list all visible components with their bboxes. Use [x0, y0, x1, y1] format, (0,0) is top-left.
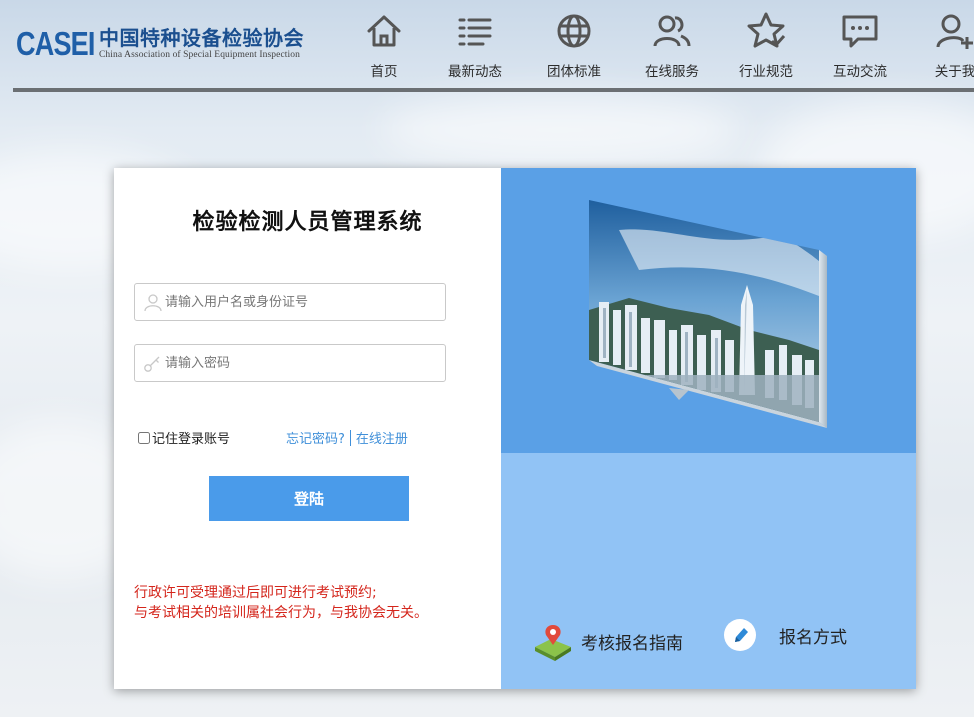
signup-method-link[interactable]: 报名方式	[723, 618, 847, 652]
exam-guide-label: 考核报名指南	[581, 633, 683, 654]
guide-area: 考核报名指南 报名方式	[501, 453, 916, 689]
header-divider	[13, 88, 974, 92]
exam-guide-link[interactable]: 考核报名指南	[531, 621, 683, 661]
notice-line-1: 行政许可受理通过后即可进行考试预约;	[134, 585, 377, 601]
chat-icon	[842, 15, 878, 48]
link-separator	[349, 429, 351, 446]
remember-label: 记住登录账号	[152, 432, 231, 447]
globe-icon	[557, 14, 591, 48]
register-link[interactable]: 在线注册	[356, 428, 408, 447]
logo-chinese-name: 中国特种设备检验协会	[99, 26, 304, 50]
nav-item-home[interactable]: 首页	[336, 10, 432, 84]
site-header: CASEI 中国特种设备检验协会 China Association of Sp…	[0, 0, 974, 92]
logo-english-name: China Association of Special Equipment I…	[99, 50, 300, 60]
nav-item-industry-rules[interactable]: 行业规范	[718, 10, 814, 84]
notice-line-2: 与考试相关的培训属社会行为，与我协会无关。	[134, 605, 428, 621]
nav-item-news[interactable]: 最新动态	[427, 10, 523, 84]
nav-item-standards[interactable]: 团体标准	[526, 10, 622, 84]
login-panel: 检验检测人员管理系统 记住登录账号 忘记密码? 在线注册 登陆 行政许可受理通过…	[114, 168, 916, 689]
site-logo[interactable]: CASEI 中国特种设备检验协会 China Association of Sp…	[16, 24, 304, 64]
nav-item-interaction[interactable]: 互动交流	[812, 10, 908, 84]
notice-text: 行政许可受理通过后即可进行考试预约; 与考试相关的培训属社会行为，与我协会无关。	[134, 583, 428, 623]
remember-account[interactable]: 记住登录账号	[138, 428, 230, 447]
username-input[interactable]	[165, 284, 440, 320]
news-list-icon	[458, 18, 492, 46]
nav-item-online-service[interactable]: 在线服务	[624, 10, 720, 84]
city-skyline-image	[589, 200, 827, 428]
logo-text: 中国特种设备检验协会 China Association of Special …	[99, 27, 304, 61]
nav-label-interaction: 互动交流	[833, 64, 887, 80]
users-icon	[653, 15, 691, 47]
forgot-password-link[interactable]: 忘记密码?	[286, 428, 345, 447]
system-title: 检验检测人员管理系统	[192, 209, 423, 235]
star-check-icon	[747, 12, 786, 48]
nav-label-news: 最新动态	[448, 64, 502, 80]
account-links: 忘记密码? 在线注册	[286, 428, 408, 447]
nav-item-about[interactable]: 关于我	[907, 10, 974, 84]
password-field[interactable]	[134, 344, 446, 382]
nav-label-about: 关于我	[934, 64, 974, 80]
signup-method-label: 报名方式	[779, 627, 847, 648]
promo-image-area	[501, 168, 916, 453]
user-add-icon	[936, 14, 973, 49]
logo-abbr: CASEI	[16, 25, 95, 62]
home-icon	[367, 15, 401, 47]
username-field[interactable]	[134, 283, 446, 321]
nav-label-online-service: 在线服务	[645, 64, 699, 80]
login-button[interactable]: 登陆	[209, 476, 409, 521]
password-input[interactable]	[165, 345, 440, 381]
map-pin-icon	[535, 625, 571, 661]
user-icon	[144, 294, 162, 312]
pencil-icon	[724, 619, 756, 651]
nav-label-standards: 团体标准	[547, 64, 601, 80]
nav-label-industry-rules: 行业规范	[739, 64, 793, 80]
remember-checkbox[interactable]	[138, 431, 150, 444]
nav-label-home: 首页	[370, 64, 398, 80]
key-icon	[144, 356, 160, 372]
login-form-area: 检验检测人员管理系统 记住登录账号 忘记密码? 在线注册 登陆 行政许可受理通过…	[114, 168, 501, 689]
